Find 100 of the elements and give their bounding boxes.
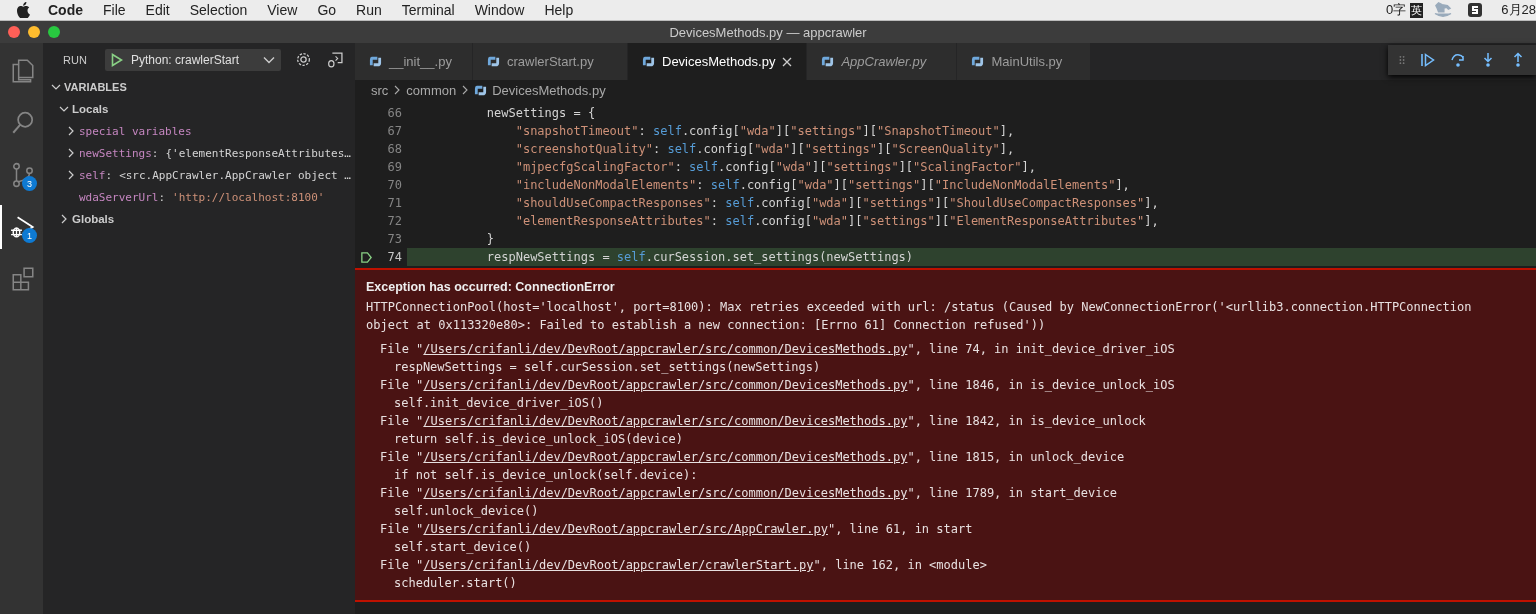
line-number: 66 [386,106,402,120]
scm-activity-button[interactable]: 3 [0,153,43,197]
play-icon [111,52,123,67]
settings-icon[interactable] [295,51,312,68]
menu-item[interactable]: Selection [189,2,248,18]
traceback-line: File "/Users/crifanli/dev/DevRoot/appcrawler/src/AppCrawler.py", line 61, in start [380,521,974,538]
file-link[interactable]: /Users/crifanli/dev/DevRoot/appcrawler/src/common/DevicesMethods.py [423,414,908,428]
file-link[interactable]: /Users/crifanli/dev/DevRoot/appcrawler/src/common/DevicesMethods.py [423,342,908,356]
line-number: 73 [386,232,402,246]
launch-config-dropdown[interactable]: Python: crawlerStart [105,48,281,71]
chevron-down-icon [263,55,275,64]
traceback-line: File "/Users/crifanli/dev/DevRoot/appcrawler/crawlerStart.py", line 162, in <module> [380,557,988,574]
line-number: 69 [386,160,402,174]
traceback-code: return self.is_device_unlock_iOS(device) [393,431,684,448]
close-button[interactable] [8,26,20,38]
line-number: 67 [386,124,402,138]
python-file-icon [642,55,655,68]
zoom-button[interactable] [48,26,60,38]
app-menu[interactable]: Code [48,2,83,18]
menu-item[interactable]: Help [544,2,574,18]
code-line: "mjpecfgScalingFactor": self.config["wda"]["settings"]["ScalingFactor"], [514,160,1037,174]
traceback-code: if not self.is_device_unlock(self.device): [393,467,699,484]
debug-console-icon[interactable] [326,51,343,68]
python-file-icon [474,83,488,97]
menu-item[interactable]: View [267,2,298,18]
line-number: 71 [386,196,402,210]
traceback-code: self.init_device_driver_iOS() [393,395,605,412]
minimize-button[interactable] [28,26,40,38]
file-link[interactable]: /Users/crifanli/dev/DevRoot/appcrawler/crawlerStart.py [423,558,814,572]
exception-message: HTTPConnectionPool(host='localhost', port=8100): Max retries exceeded with url: /status (Caused by NewConnectionError('<urllib3.connection.HTTPConnection object at 0x113320e80>: Failed to establish a new connection: [Errno 61] Connection refused')) [366,299,1473,334]
variable-item[interactable]: wdaServerUrl: 'http://localhost:8100' [43,186,355,208]
chevron-down-icon [59,104,69,114]
scope-item[interactable]: Globals [43,208,355,230]
chevron-right-icon [59,214,69,224]
apple-logo-icon[interactable] [16,2,30,18]
run-debug-icon [9,214,36,240]
menu-item[interactable]: Window [474,2,525,18]
menu-item[interactable]: Edit [145,2,170,18]
variable-item[interactable]: special variables [43,120,355,142]
python-file-icon [487,55,500,68]
python-file-icon [971,55,985,68]
variables-section-header[interactable]: VARIABLES [43,76,355,98]
chevron-down-icon [51,82,61,92]
extensions-icon [9,266,36,292]
code-line: "screenshotQuality": self.config["wda"]["settings"]["ScreenQuality"], [514,142,1016,156]
file-link[interactable]: /Users/crifanli/dev/DevRoot/appcrawler/src/AppCrawler.py [423,522,828,536]
menu-item[interactable]: Go [317,2,337,18]
breadcrumb-item[interactable]: common [406,82,457,98]
file-link[interactable]: /Users/crifanli/dev/DevRoot/appcrawler/src/common/DevicesMethods.py [423,486,908,500]
stack-frame-icon [359,250,373,264]
files-icon [9,58,36,84]
code-line: "snapshotTimeout": self.config["wda"]["settings"]["SnapshotTimeout"], [514,124,1016,138]
continue-icon[interactable] [1420,52,1436,68]
traceback-line: File "/Users/crifanli/dev/DevRoot/appcrawler/src/common/DevicesMethods.py", line 1815, in unlock_device [380,449,1126,466]
editor-tab[interactable]: DevicesMethods.py [628,43,808,80]
scope-item[interactable]: Locals [43,98,355,120]
traceback-line: File "/Users/crifanli/dev/DevRoot/appcrawler/src/common/DevicesMethods.py", line 74, in init_device_driver_iOS [380,341,1176,358]
step-over-icon[interactable] [1450,52,1466,68]
code-line: newSettings = { [485,106,597,120]
count-badge: 1 [22,228,37,243]
chevron-right-icon [66,170,76,180]
sidebar-title: RUN [63,53,88,66]
editor-tab[interactable]: crawlerStart.py [473,43,628,80]
python-file-icon [369,55,382,68]
line-number: 68 [386,142,402,156]
python-file-icon [821,55,835,68]
variable-item[interactable]: self: <src.AppCrawler.AppCrawler object … [43,164,355,186]
count-badge: 3 [22,176,37,191]
traceback-line: File "/Users/crifanli/dev/DevRoot/appcrawler/src/common/DevicesMethods.py", line 1789, in start_device [380,485,1118,502]
line-number: 72 [386,214,402,228]
menu-item[interactable]: Run [356,2,382,18]
file-link[interactable]: /Users/crifanli/dev/DevRoot/appcrawler/src/common/DevicesMethods.py [423,378,908,392]
breadcrumb-item[interactable]: src [371,82,389,98]
file-link[interactable]: /Users/crifanli/dev/DevRoot/appcrawler/src/common/DevicesMethods.py [423,450,908,464]
code-line: "shouldUseCompactResponses": self.config["wda"]["settings"]["ShouldUseCompactResponses"], [514,196,1160,210]
menu-item[interactable]: Terminal [401,2,455,18]
clock[interactable]: 6月28 [1501,1,1536,19]
input-mode-icon[interactable]: 英 [1410,2,1424,18]
close-icon[interactable] [782,56,793,67]
code-line: "includeNonModalElements": self.config["wda"]["settings"]["IncludeNonModalElements"], [514,178,1131,192]
traceback-line: File "/Users/crifanli/dev/DevRoot/appcrawler/src/common/DevicesMethods.py", line 1842, in is_device_unlock [380,413,1147,430]
window-title: DevicesMethods.py — appcrawler [669,24,867,40]
chevron-right-icon [66,148,76,158]
traceback-code: respNewSettings = self.curSession.set_settings(newSettings) [393,359,822,376]
editor-tab[interactable]: AppCrawler.py [807,43,958,80]
code-line: } [485,232,496,246]
code-line: "elementResponseAttributes": self.config["wda"]["settings"]["ElementResponseAttributes"], [514,214,1160,228]
traceback-code: self.unlock_device() [393,503,540,520]
traceback-code: scheduler.start() [393,575,518,592]
chevron-right-icon [461,85,470,95]
breadcrumb-item[interactable]: DevicesMethods.py [492,82,606,98]
line-number: 74 [386,250,402,264]
traceback-code: self.start_device() [393,539,533,556]
menu-item[interactable]: File [103,2,126,18]
chevron-right-icon [393,85,402,95]
word-count[interactable]: 0字 [1386,1,1407,19]
variable-item[interactable]: newSettings: {'elementResponseAttributes… [43,142,355,164]
chevron-right-icon [66,126,76,136]
editor-tab[interactable]: __init__.py [355,43,473,80]
editor-tab[interactable]: MainUtils.py [957,43,1092,80]
